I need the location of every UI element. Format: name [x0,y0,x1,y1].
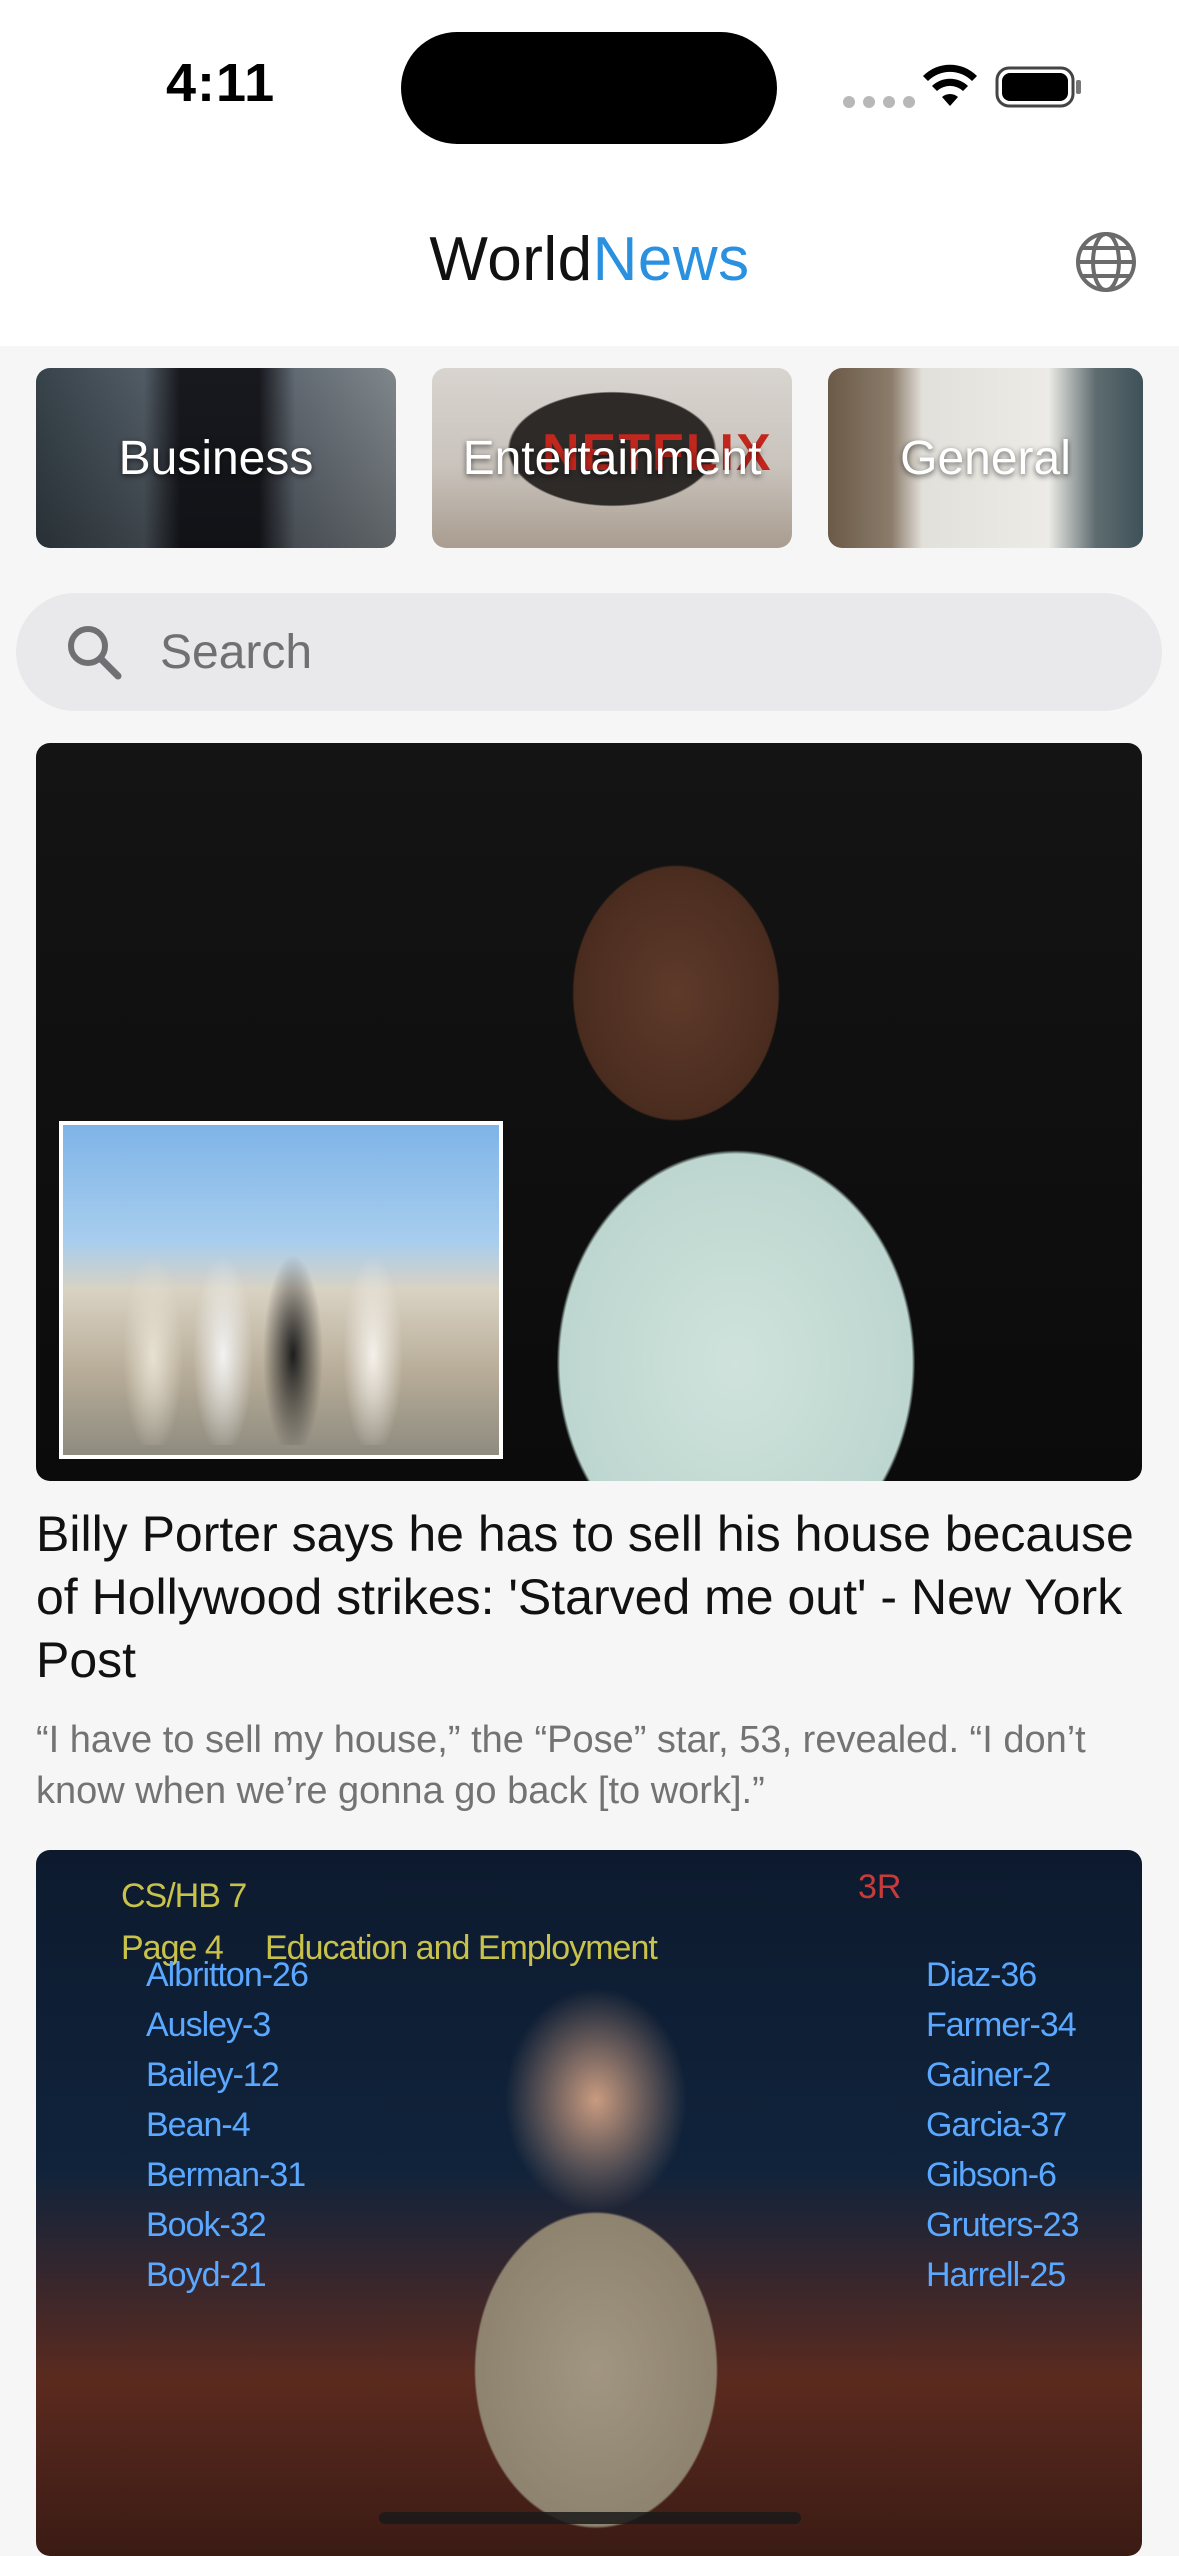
battery-icon [995,66,1081,108]
app-title: WorldNews [0,224,1179,295]
status-time: 4:11 [166,53,276,113]
vote-board-badge: 3R [858,1868,902,1906]
article-1-inset-photo [59,1121,503,1459]
language-globe-button[interactable] [1070,226,1142,298]
wifi-icon [923,64,977,106]
article-2-image[interactable]: CS/HB 7 Page 4 Education and Employment … [36,1850,1142,2556]
app-title-world: World [429,225,593,294]
status-bar: 4:11 [0,0,1179,176]
vote-board-right-column: Diaz-36 Farmer-34 Gainer-2 Garcia-37 Gib… [926,1956,1079,2294]
globe-icon [1076,232,1136,292]
app-title-news: News [592,225,750,294]
search-input[interactable] [158,623,1062,681]
category-business[interactable]: Business [36,368,396,548]
category-label: Business [118,431,314,485]
vote-board-left-column: Albritton-26 Ausley-3 Bailey-12 Bean-4 B… [146,1956,309,2294]
category-label: General [900,431,1071,485]
dynamic-island [401,32,777,144]
article-1-title[interactable]: Billy Porter says he has to sell his hou… [36,1503,1142,1692]
article-1-image[interactable] [36,743,1142,1481]
category-entertainment[interactable]: NETFLIX Entertainment [432,368,792,548]
cellular-signal-icon [843,96,915,108]
category-label: Entertainment [462,431,762,485]
category-general[interactable]: General [828,368,1143,548]
search-icon [58,616,130,688]
search-bar[interactable] [16,593,1162,711]
app-header: WorldNews [0,176,1179,346]
home-indicator[interactable] [379,2512,801,2524]
article-1-description: “I have to sell my house,” the “Pose” st… [36,1719,1086,1812]
category-carousel[interactable]: Business NETFLIX Entertainment General [36,368,1179,548]
